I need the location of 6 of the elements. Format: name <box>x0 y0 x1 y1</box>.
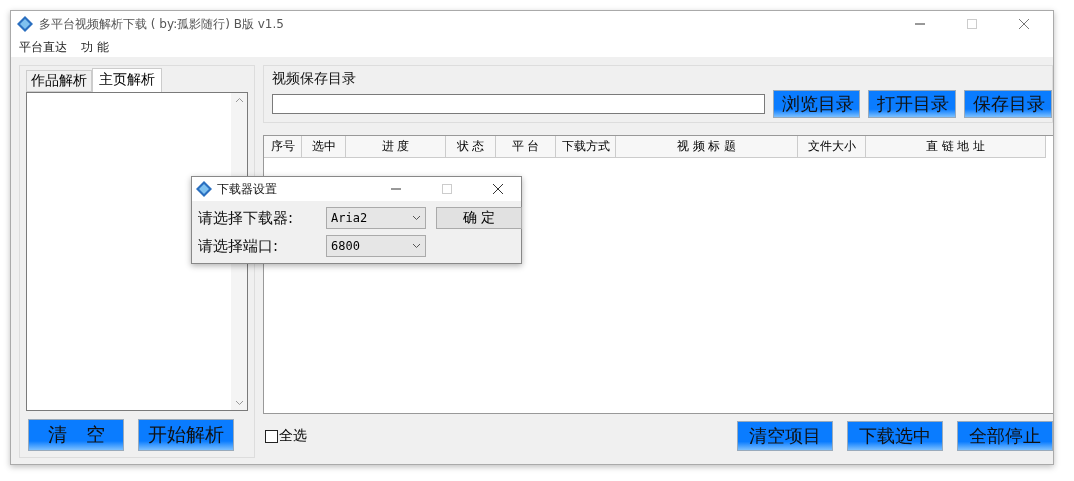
field-label: 请选择下载器: <box>198 208 295 228</box>
field-label: 视频保存目录 <box>272 70 357 88</box>
window-title: 多平台视频解析下载 ( by:孤影随行) B版 v1.5 <box>39 15 285 33</box>
field-label: 请选择端口: <box>198 236 280 256</box>
dialog-title: 下载器设置 <box>217 180 278 198</box>
checkbox-label: 全选 <box>279 427 307 445</box>
